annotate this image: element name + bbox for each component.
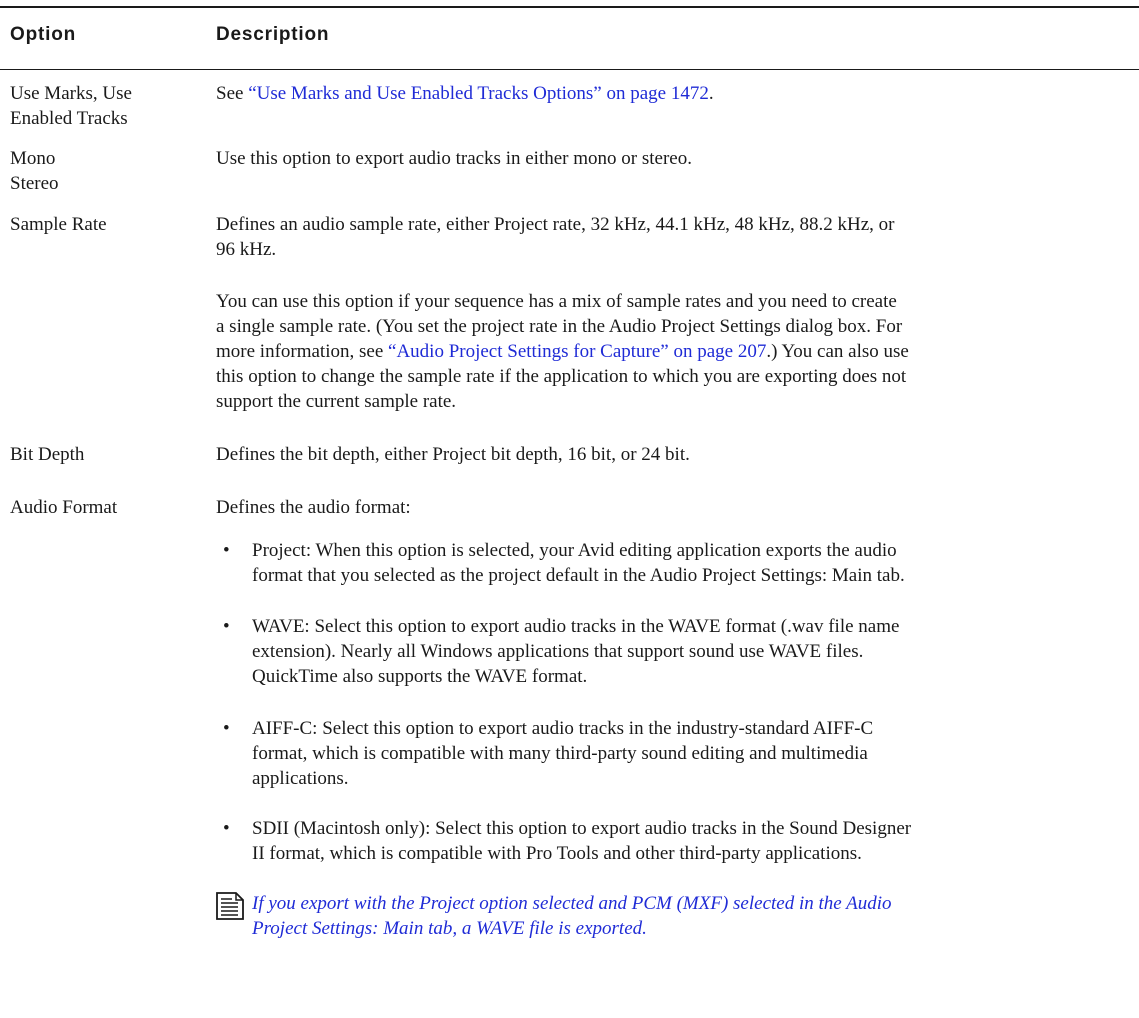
description-sample-rate-p1: Defines an audio sample rate, either Pro…	[216, 212, 1126, 262]
bullet-line: Project: When this option is selected, y…	[252, 540, 897, 561]
description-line: You can use this option if your sequence…	[216, 291, 897, 312]
bullet-line: extension). Nearly all Windows applicati…	[252, 641, 864, 662]
description-use-marks: See “Use Marks and Use Enabled Tracks Op…	[216, 81, 1126, 106]
option-label-line: Use Marks, Use	[10, 83, 132, 104]
column-header-option: Option	[10, 24, 77, 45]
description-sample-rate-p2: You can use this option if your sequence…	[216, 289, 1126, 414]
bullet-marker: •	[223, 718, 230, 739]
bullet-line: WAVE: Select this option to export audio…	[252, 616, 900, 637]
description-line: a single sample rate. (You set the proje…	[216, 316, 903, 337]
bullet-line: QuickTime also supports the WAVE format.	[252, 666, 588, 687]
description-line: Use this option to export audio tracks i…	[216, 148, 692, 169]
description-text: .) You can also use	[766, 341, 909, 362]
option-use-marks: Use Marks, Use Enabled Tracks	[10, 81, 200, 131]
document-page: Option Description Use Marks, Use Enable…	[0, 0, 1139, 1018]
audio-project-settings-link[interactable]: “Audio Project Settings for Capture” on …	[388, 341, 766, 362]
description-line: 96 kHz.	[216, 239, 277, 260]
column-header-description: Description	[216, 24, 330, 45]
bullet-project: Project: When this option is selected, y…	[252, 538, 1132, 588]
option-label-line: Enabled Tracks	[10, 108, 128, 129]
bullet-marker: •	[223, 616, 230, 637]
bullet-wave: WAVE: Select this option to export audio…	[252, 614, 1132, 689]
see-text: See	[216, 83, 249, 104]
option-mono-stereo: Mono Stereo	[10, 146, 200, 196]
table-top-rule	[0, 6, 1139, 8]
option-sample-rate: Sample Rate	[10, 214, 107, 235]
option-bit-depth: Bit Depth	[10, 444, 85, 465]
option-label-line: Stereo	[10, 173, 59, 194]
option-audio-format: Audio Format	[10, 497, 118, 518]
description-line: support the current sample rate.	[216, 391, 457, 412]
description-audio-format-intro: Defines the audio format:	[216, 497, 411, 518]
note-icon	[216, 892, 244, 920]
bullet-line: format, which is compatible with many th…	[252, 743, 868, 764]
table-header-rule	[0, 69, 1139, 70]
use-marks-link[interactable]: “Use Marks and Use Enabled Tracks Option…	[248, 83, 709, 104]
note-line: Project Settings: Main tab, a WAVE file …	[252, 918, 647, 939]
bullet-marker: •	[223, 818, 230, 839]
bullet-line: SDII (Macintosh only): Select this optio…	[252, 818, 912, 839]
bullet-sdii: SDII (Macintosh only): Select this optio…	[252, 816, 1132, 866]
description-text: more information, see	[216, 341, 389, 362]
period-text: .	[708, 83, 714, 104]
bullet-line: II format, which is compatible with Pro …	[252, 843, 862, 864]
description-bit-depth: Defines the bit depth, either Project bi…	[216, 444, 690, 465]
description-line: Defines an audio sample rate, either Pro…	[216, 214, 895, 235]
option-label-line: Mono	[10, 148, 56, 169]
note-text: If you export with the Project option se…	[252, 891, 1132, 941]
bullet-line: AIFF-C: Select this option to export aud…	[252, 718, 874, 739]
bullet-line: format that you selected as the project …	[252, 565, 905, 586]
bullet-line: applications.	[252, 768, 349, 789]
description-mono-stereo: Use this option to export audio tracks i…	[216, 146, 1126, 171]
note-line: If you export with the Project option se…	[252, 893, 892, 914]
bullet-aiff-c: AIFF-C: Select this option to export aud…	[252, 716, 1132, 791]
description-line: this option to change the sample rate if…	[216, 366, 907, 387]
bullet-marker: •	[223, 540, 230, 561]
